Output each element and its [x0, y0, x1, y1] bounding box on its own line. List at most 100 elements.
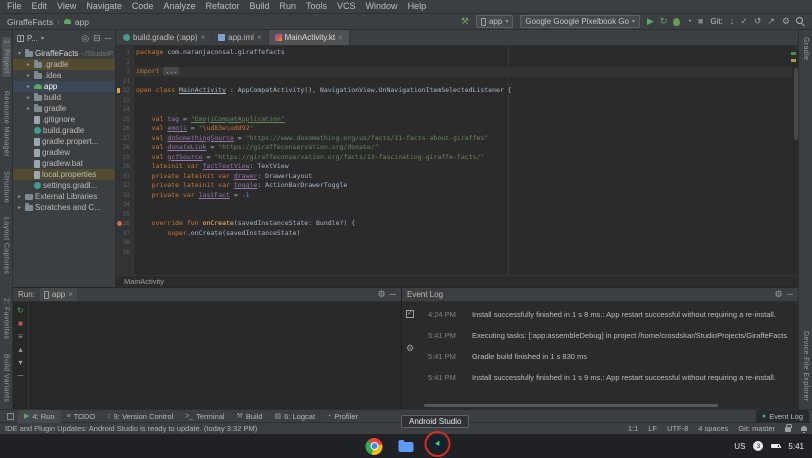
- code-line[interactable]: 37 super.onCreate(savedInstanceState): [116, 229, 792, 239]
- tree-item-gradle-propert[interactable]: gradle.propert...: [13, 136, 115, 147]
- git-update-icon[interactable]: ↓: [730, 17, 735, 26]
- minimize-icon[interactable]: ─: [390, 290, 396, 299]
- code-line[interactable]: 30 lateinit var factTextView: TextView: [116, 162, 792, 172]
- tool-button-structure[interactable]: Structure: [3, 171, 10, 203]
- code-area[interactable]: 1package com.naranjaconsal.giraffefacts2…: [116, 48, 792, 257]
- tool-button-build-variants[interactable]: Build Variants: [3, 354, 10, 402]
- locate-icon[interactable]: ◎: [81, 34, 89, 43]
- tree-item-gitignore[interactable]: .gitignore: [13, 114, 115, 125]
- tree-item-external-libraries[interactable]: ▸External Libraries: [13, 191, 115, 202]
- tree-item-gradlew[interactable]: gradlew: [13, 147, 115, 158]
- run-config-selector[interactable]: app ▾: [476, 15, 513, 28]
- git-rollback-icon[interactable]: ↺: [754, 17, 762, 26]
- code-line[interactable]: 38: [116, 238, 792, 248]
- breadcrumb-module[interactable]: app: [75, 17, 89, 27]
- notifications-icon[interactable]: [801, 426, 807, 431]
- run-icon[interactable]: ▶: [647, 17, 654, 26]
- stop-icon[interactable]: ■: [698, 17, 703, 26]
- tool-button-device-file-explorer[interactable]: Device File Explorer: [802, 331, 809, 402]
- code-line[interactable]: 31 private lateinit var drawer: DrawerLa…: [116, 172, 792, 182]
- git-branch[interactable]: Git: master: [738, 424, 775, 433]
- tree-item-app[interactable]: ▸app: [13, 81, 115, 92]
- event-log-entry[interactable]: 4:24 PMInstall successfully finished in …: [428, 310, 794, 319]
- chevron-down-icon[interactable]: ▾: [41, 35, 44, 42]
- settings-icon[interactable]: ⚙: [775, 290, 783, 299]
- tree-item-settings-gradl[interactable]: settings.gradl...: [13, 180, 115, 191]
- code-line[interactable]: 23: [116, 96, 792, 106]
- code-line[interactable]: 28 val donateLink = "https://giraffecons…: [116, 143, 792, 153]
- menu-item-refactor[interactable]: Refactor: [200, 0, 244, 13]
- run-console[interactable]: [29, 302, 401, 409]
- code-line[interactable]: 25 val tag = "EmojiCompatApplication": [116, 115, 792, 125]
- menu-item-vcs[interactable]: VCS: [332, 0, 361, 13]
- hide-icon[interactable]: ─: [105, 34, 111, 43]
- tree-item-scratches-and-c[interactable]: ▸Scratches and C...: [13, 202, 115, 213]
- up-icon[interactable]: ▴: [18, 345, 22, 354]
- line-ending[interactable]: LF: [648, 424, 657, 433]
- mark-read-icon[interactable]: [406, 310, 414, 318]
- apply-changes-icon[interactable]: ↻: [660, 17, 668, 26]
- code-line[interactable]: 3import ...: [116, 67, 792, 77]
- chrome-icon[interactable]: [366, 438, 383, 455]
- lock-icon[interactable]: [785, 427, 791, 432]
- log-settings-icon[interactable]: ⚙: [406, 344, 414, 353]
- build-hammer-icon[interactable]: ⚒: [461, 17, 469, 26]
- event-log-entry[interactable]: 5:41 PMExecuting tasks: [:app:assembleDe…: [428, 331, 794, 340]
- tool-button-2-favorites[interactable]: 2: Favorites: [3, 298, 10, 339]
- caret-position[interactable]: 1:1: [628, 424, 638, 433]
- minimize-icon[interactable]: ─: [787, 290, 793, 299]
- status-message[interactable]: IDE and Plugin Updates: Android Studio i…: [5, 424, 257, 433]
- keyboard-layout[interactable]: US: [734, 442, 745, 451]
- tree-item-gradlew-bat[interactable]: gradlew.bat: [13, 158, 115, 169]
- code-line[interactable]: 32 private lateinit var toggle: ActionBa…: [116, 181, 792, 191]
- code-line[interactable]: 24: [116, 105, 792, 115]
- horizontal-scrollbar[interactable]: [424, 404, 718, 407]
- toolwindow-button-6-logcat[interactable]: ▤6: Logcat: [269, 410, 321, 423]
- menu-item-help[interactable]: Help: [403, 0, 432, 13]
- close-tab-icon[interactable]: ×: [257, 33, 262, 42]
- debug-icon[interactable]: [673, 18, 680, 26]
- clock[interactable]: 5:41: [788, 442, 804, 451]
- toolwindow-button-terminal[interactable]: >_Terminal: [179, 410, 230, 423]
- tool-button-layout-captures[interactable]: Layout Captures: [3, 217, 10, 274]
- git-commit-icon[interactable]: ✓: [740, 17, 748, 26]
- encoding[interactable]: UTF-8: [667, 424, 688, 433]
- tree-item-local-properties[interactable]: local.properties: [13, 169, 115, 180]
- run-tab-app[interactable]: app ×: [40, 288, 77, 301]
- code-line[interactable]: 35: [116, 210, 792, 220]
- tree-item-build-gradle[interactable]: build.gradle: [13, 125, 115, 136]
- settings-icon[interactable]: ⚙: [378, 290, 386, 299]
- menu-item-file[interactable]: File: [2, 0, 27, 13]
- pin-icon[interactable]: ≡: [18, 332, 23, 341]
- toolwindow-button-9-version-control[interactable]: ↕9: Version Control: [101, 410, 179, 423]
- profiler-icon[interactable]: ◔: [686, 17, 691, 26]
- settings-icon[interactable]: ⚙: [782, 17, 790, 26]
- tree-item-giraffefacts[interactable]: ▾GiraffeFacts ~/StudioP...: [13, 48, 115, 59]
- editor-tab-build-gradle-app[interactable]: build.gradle (:app)×: [117, 30, 212, 45]
- tool-button-resource-manager[interactable]: Resource Manager: [3, 91, 10, 157]
- tool-button-gradle[interactable]: Gradle: [802, 37, 809, 60]
- close-tab-icon[interactable]: ×: [200, 33, 205, 42]
- code-line[interactable]: 29 val gcfSource = "https://giraffeconse…: [116, 153, 792, 163]
- editor-tab-mainactivity-kt[interactable]: MainActivity.kt×: [269, 30, 350, 45]
- toolwindow-button-build[interactable]: ⚒Build: [231, 410, 269, 423]
- toolwindow-button-4-run[interactable]: ▶4: Run: [18, 410, 61, 423]
- menu-item-tools[interactable]: Tools: [301, 0, 332, 13]
- menu-item-code[interactable]: Code: [127, 0, 159, 13]
- notification-badge[interactable]: 3: [753, 441, 763, 451]
- toolwindow-quick-access-icon[interactable]: [7, 413, 14, 420]
- tree-item-build[interactable]: ▸build: [13, 92, 115, 103]
- event-log-entry[interactable]: 5:41 PMGradle build finished in 1 s 830 …: [428, 352, 794, 361]
- code-line[interactable]: 21: [116, 77, 792, 87]
- menu-item-edit[interactable]: Edit: [27, 0, 53, 13]
- tree-item-gradle[interactable]: ▸.gradle: [13, 59, 115, 70]
- code-line[interactable]: 36 override fun onCreate(savedInstanceSt…: [116, 219, 792, 229]
- tree-item-idea[interactable]: ▸.idea: [13, 70, 115, 81]
- device-selector[interactable]: Google Google Pixelbook Go ▾: [520, 15, 640, 28]
- menu-item-run[interactable]: Run: [275, 0, 302, 13]
- search-everywhere-icon[interactable]: [796, 17, 805, 26]
- git-push-icon[interactable]: ↗: [767, 17, 775, 26]
- menu-item-view[interactable]: View: [52, 0, 81, 13]
- menu-item-build[interactable]: Build: [244, 0, 274, 13]
- collapse-all-icon[interactable]: ⊟: [93, 34, 101, 43]
